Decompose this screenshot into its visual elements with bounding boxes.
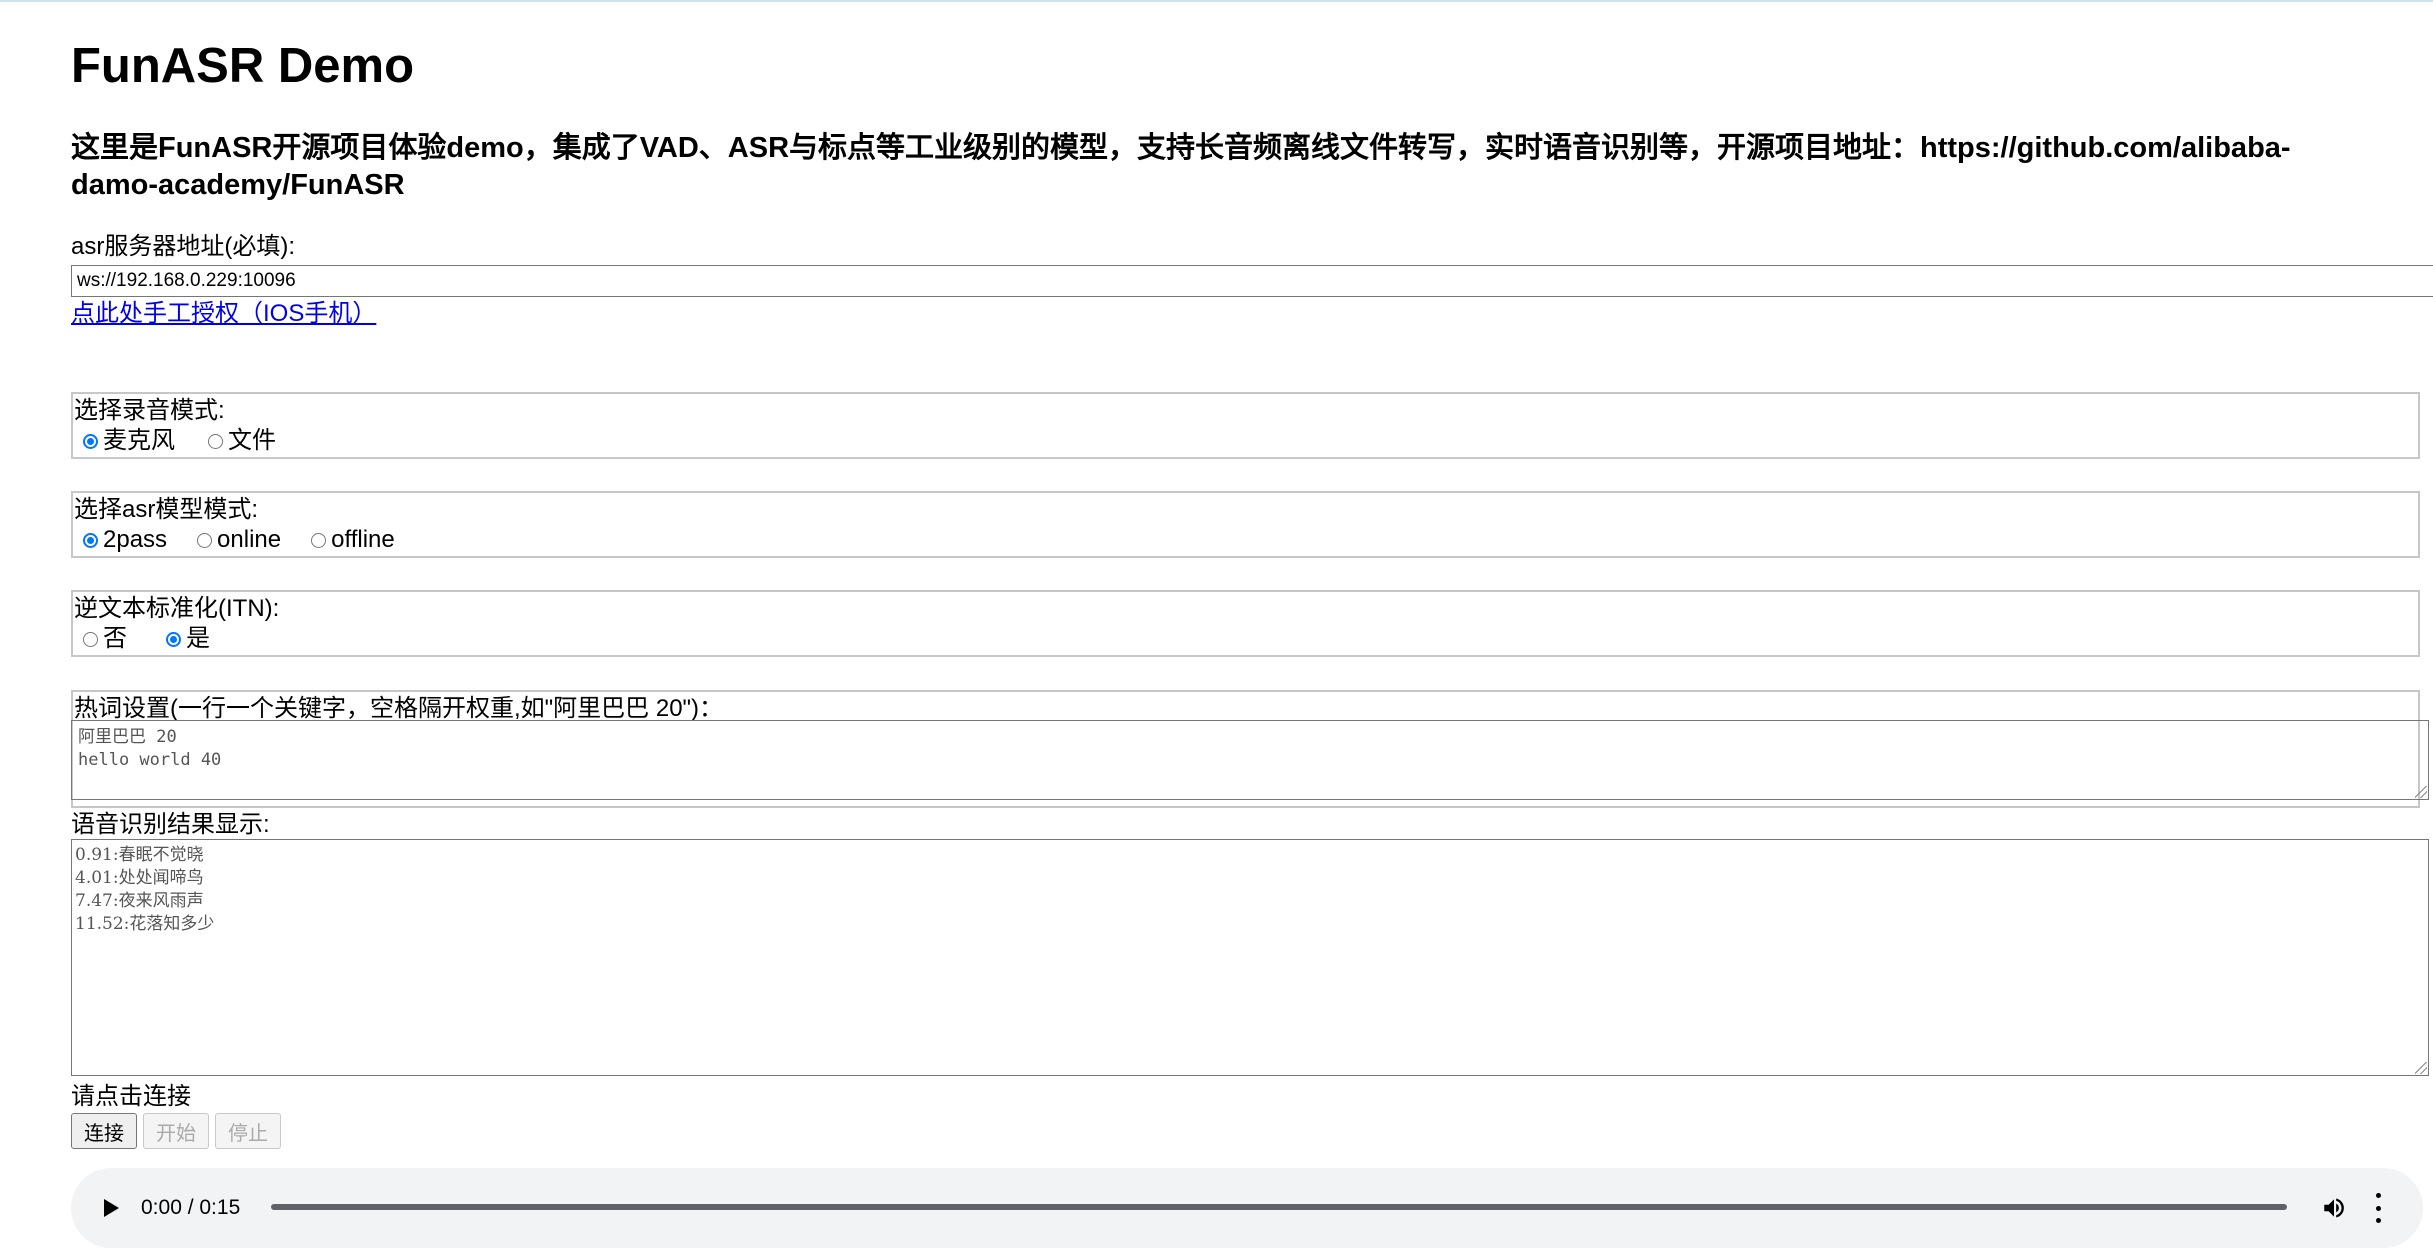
radio-unchecked-icon[interactable]	[197, 532, 213, 548]
server-address-input[interactable]	[71, 265, 2433, 297]
audio-player: 0:00 / 0:15	[71, 1168, 2423, 1248]
control-buttons: 连接 开始 停止	[71, 1113, 281, 1149]
play-icon[interactable]	[104, 1199, 119, 1217]
more-options-icon[interactable]	[2376, 1193, 2382, 1223]
audio-time: 0:00 / 0:15	[141, 1196, 241, 1219]
page-title: FunASR Demo	[71, 39, 414, 93]
itn-group: 逆文本标准化(ITN): 否 是	[71, 590, 2420, 657]
stop-button[interactable]: 停止	[215, 1113, 281, 1149]
itn-label: 逆文本标准化(ITN):	[74, 595, 280, 622]
radio-itn-yes[interactable]: 是	[166, 624, 210, 654]
model-mode-options: 2pass online offline	[83, 525, 425, 555]
itn-options: 否 是	[83, 624, 240, 654]
radio-file-label: 文件	[228, 427, 276, 454]
radio-online-label: online	[217, 526, 282, 553]
radio-unchecked-icon[interactable]	[311, 532, 327, 548]
record-mode-group: 选择录音模式: 麦克风 文件	[71, 392, 2420, 459]
radio-checked-icon[interactable]	[166, 631, 181, 647]
connect-button[interactable]: 连接	[71, 1113, 137, 1149]
radio-file[interactable]: 文件	[208, 426, 276, 456]
top-border	[0, 0, 2433, 2]
radio-2pass-label: 2pass	[103, 526, 168, 553]
resize-grip-icon[interactable]	[2415, 1062, 2427, 1074]
radio-unchecked-icon[interactable]	[83, 631, 98, 647]
resize-grip-icon[interactable]	[2415, 786, 2427, 798]
model-mode-label: 选择asr模型模式:	[74, 496, 259, 523]
volume-icon[interactable]	[2321, 1195, 2347, 1221]
connection-status: 请点击连接	[71, 1083, 191, 1110]
radio-itn-yes-label: 是	[186, 625, 210, 652]
audio-progress-slider[interactable]	[271, 1204, 2287, 1210]
server-address-label: asr服务器地址(必填):	[71, 233, 295, 260]
radio-online[interactable]: online	[197, 525, 281, 555]
radio-checked-icon[interactable]	[83, 532, 98, 548]
radio-unchecked-icon[interactable]	[208, 433, 223, 449]
radio-offline[interactable]: offline	[311, 525, 395, 555]
record-mode-label: 选择录音模式:	[74, 397, 225, 424]
radio-itn-no-label: 否	[103, 625, 127, 652]
radio-microphone-label: 麦克风	[103, 427, 175, 454]
radio-offline-label: offline	[331, 526, 395, 553]
model-mode-group: 选择asr模型模式: 2pass online offline	[71, 491, 2420, 558]
result-textarea[interactable]: 0.91:春眠不觉晓 4.01:处处闻啼鸟 7.47:夜来风雨声 11.52:花…	[71, 839, 2429, 1076]
radio-2pass[interactable]: 2pass	[83, 525, 167, 555]
result-label: 语音识别结果显示:	[71, 811, 270, 838]
ios-auth-link[interactable]: 点此处手工授权（IOS手机）	[71, 298, 376, 330]
intro-text: 这里是FunASR开源项目体验demo，集成了VAD、ASR与标点等工业级别的模…	[71, 132, 2291, 201]
start-button[interactable]: 开始	[143, 1113, 209, 1149]
radio-checked-icon[interactable]	[83, 433, 98, 449]
radio-microphone[interactable]: 麦克风	[83, 426, 175, 456]
record-mode-options: 麦克风 文件	[83, 426, 306, 456]
radio-itn-no[interactable]: 否	[83, 624, 127, 654]
hotwords-textarea[interactable]: 阿里巴巴 20 hello world 40	[71, 720, 2429, 800]
